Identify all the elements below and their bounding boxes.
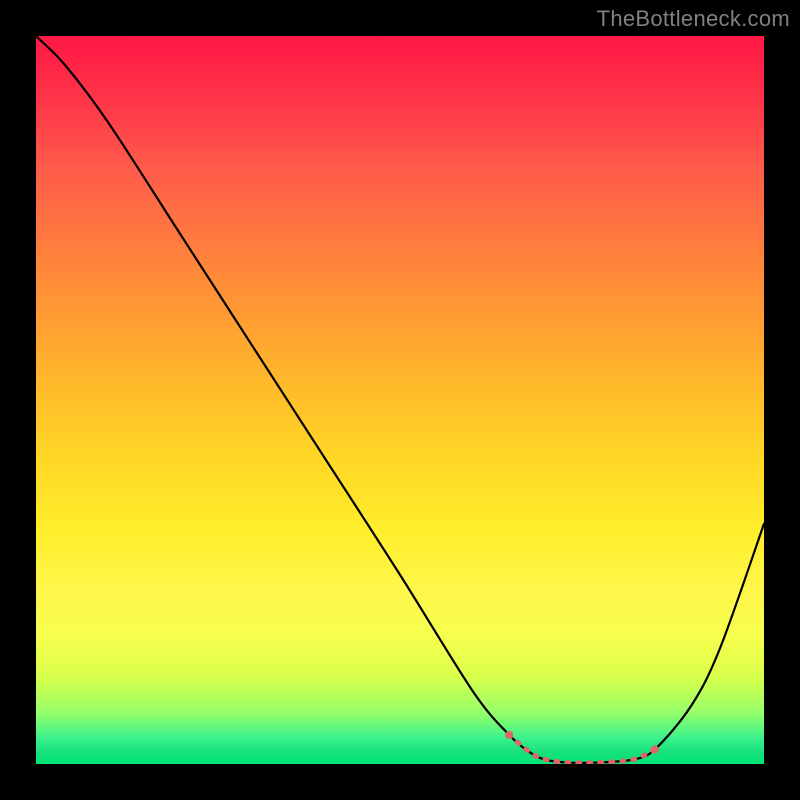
chart-stage: TheBottleneck.com [0, 0, 800, 800]
accent-end-dot-left [505, 731, 513, 739]
accent-dots-group [505, 731, 659, 763]
accent-end-dot-right [651, 745, 659, 753]
bottleneck-curve-line [36, 36, 764, 763]
watermark-text: TheBottleneck.com [597, 6, 790, 32]
curve-svg [36, 36, 764, 764]
accent-dotted-segment [509, 735, 655, 763]
plot-area [36, 36, 764, 764]
